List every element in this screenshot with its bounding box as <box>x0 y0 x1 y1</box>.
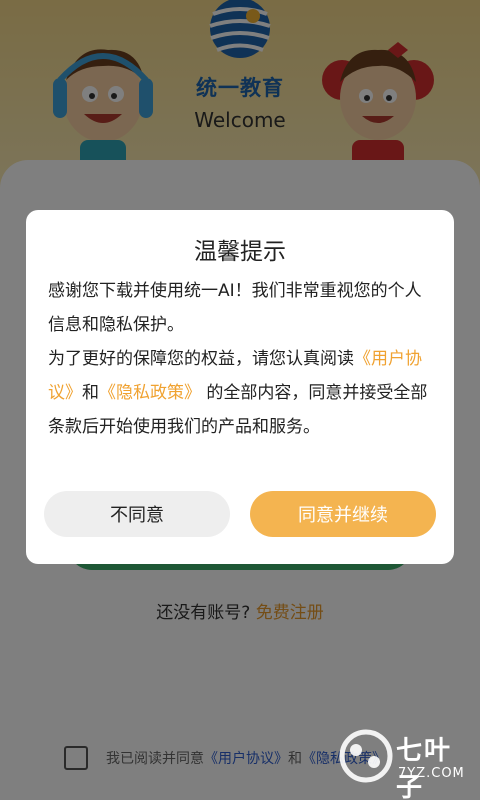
dialog-line1: 感谢您下载并使用统一AI！我们非常重视您的个人信息和隐私保护。 <box>48 281 422 335</box>
dialog-line2-prefix: 为了更好的保障您的权益，请您认真阅读 <box>48 349 354 369</box>
privacy-policy-link[interactable]: 《隐私政策》 <box>99 383 201 403</box>
leaf-watermark-icon <box>339 729 393 783</box>
site-watermark: 七叶子 7YZ.COM <box>338 728 468 803</box>
dialog-buttons: 不同意 同意并继续 <box>44 491 436 537</box>
agree-continue-button[interactable]: 同意并继续 <box>250 491 436 537</box>
dialog-and: 和 <box>82 383 99 403</box>
privacy-dialog: 温馨提示 感谢您下载并使用统一AI！我们非常重视您的个人信息和隐私保护。 为了更… <box>26 210 454 564</box>
dialog-title: 温馨提示 <box>194 239 286 265</box>
watermark-site: 7YZ.COM <box>398 766 465 781</box>
dialog-line2: 为了更好的保障您的权益，请您认真阅读《用户协议》和《隐私政策》 的全部内容，同意… <box>48 342 432 444</box>
disagree-button[interactable]: 不同意 <box>44 491 230 537</box>
dialog-body: 感谢您下载并使用统一AI！我们非常重视您的个人信息和隐私保护。 为了更好的保障您… <box>48 274 432 444</box>
